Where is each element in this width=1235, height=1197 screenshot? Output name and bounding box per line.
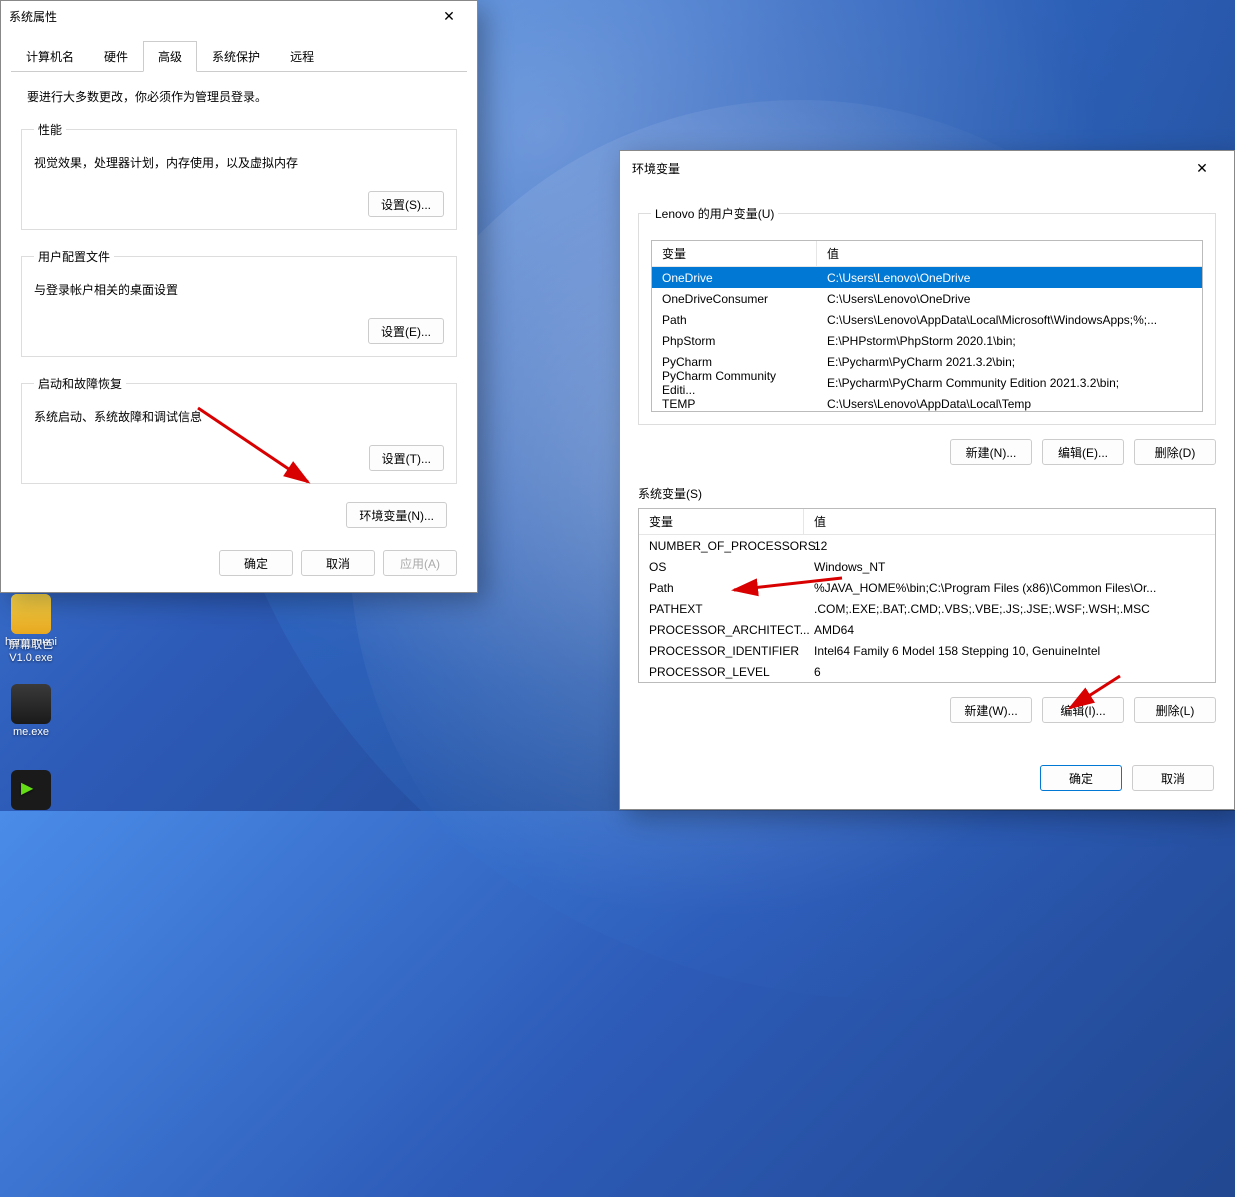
table-row[interactable]: PhpStormE:\PHPstorm\PhpStorm 2020.1\bin; <box>652 330 1202 351</box>
var-name: OS <box>639 558 804 576</box>
var-name: PhpStorm <box>652 332 817 350</box>
terminal-icon <box>11 770 51 810</box>
user-vars-group: Lenovo 的用户变量(U) 变量 值 OneDriveC:\Users\Le… <box>638 205 1216 425</box>
var-value: 6 <box>804 663 1215 681</box>
var-name: PROCESSOR_ARCHITECT... <box>639 621 804 639</box>
tab-remote[interactable]: 远程 <box>275 41 329 72</box>
col-value[interactable]: 值 <box>817 241 1202 266</box>
var-name: PROCESSOR_LEVEL <box>639 663 804 681</box>
environment-variables-dialog: 环境变量 ✕ Lenovo 的用户变量(U) 变量 值 OneDriveC:\U… <box>619 150 1235 810</box>
var-value: E:\Pycharm\PyCharm Community Edition 202… <box>817 374 1202 392</box>
table-row[interactable]: PROCESSOR_IDENTIFIERIntel64 Family 6 Mod… <box>639 640 1215 661</box>
var-value: Windows_NT <box>804 558 1215 576</box>
desktop-icon[interactable]: me.exe <box>0 684 62 738</box>
var-name: OneDrive <box>652 269 817 287</box>
var-value: AMD64 <box>804 621 1215 639</box>
var-name: Path <box>652 311 817 329</box>
sublime-icon <box>11 684 51 724</box>
titlebar[interactable]: 系统属性 ✕ <box>1 1 477 31</box>
close-icon[interactable]: ✕ <box>429 8 469 25</box>
table-header: 变量 值 <box>639 509 1215 535</box>
var-name: TEMP <box>652 395 817 413</box>
apply-button[interactable]: 应用(A) <box>383 550 457 576</box>
col-variable[interactable]: 变量 <box>639 509 804 534</box>
close-icon[interactable]: ✕ <box>1182 160 1222 177</box>
table-row[interactable]: NUMBER_OF_PROCESSORS12 <box>639 535 1215 556</box>
desktop-icon[interactable]: 屏幕取色 V1.0.exe <box>0 594 62 664</box>
user-edit-button[interactable]: 编辑(E)... <box>1042 439 1124 465</box>
color-picker-icon <box>11 594 51 634</box>
table-row[interactable]: PathC:\Users\Lenovo\AppData\Local\Micros… <box>652 309 1202 330</box>
tab-advanced[interactable]: 高级 <box>143 41 197 72</box>
var-name: OneDriveConsumer <box>652 290 817 308</box>
table-row[interactable]: OneDriveConsumerC:\Users\Lenovo\OneDrive <box>652 288 1202 309</box>
desktop-icon-label: me.exe <box>0 726 62 738</box>
startup-recovery-desc: 系统启动、系统故障和调试信息 <box>34 408 444 425</box>
var-name: Path <box>639 579 804 597</box>
ok-button[interactable]: 确定 <box>219 550 293 576</box>
user-profiles-legend: 用户配置文件 <box>34 248 114 265</box>
performance-settings-button[interactable]: 设置(S)... <box>368 191 444 217</box>
var-value: Intel64 Family 6 Model 158 Stepping 10, … <box>804 642 1215 660</box>
var-value: 12 <box>804 537 1215 555</box>
startup-recovery-group: 启动和故障恢复 系统启动、系统故障和调试信息 设置(T)... <box>21 375 457 484</box>
user-vars-table[interactable]: 变量 值 OneDriveC:\Users\Lenovo\OneDriveOne… <box>651 240 1203 412</box>
table-row[interactable]: PATHEXT.COM;.EXE;.BAT;.CMD;.VBS;.VBE;.JS… <box>639 598 1215 619</box>
ok-button[interactable]: 确定 <box>1040 765 1122 791</box>
var-name: PATHEXT <box>639 600 804 618</box>
titlebar[interactable]: 环境变量 ✕ <box>620 151 1234 185</box>
user-profiles-settings-button[interactable]: 设置(E)... <box>368 318 444 344</box>
user-new-button[interactable]: 新建(N)... <box>950 439 1032 465</box>
table-row[interactable]: Path%JAVA_HOME%\bin;C:\Program Files (x8… <box>639 577 1215 598</box>
col-variable[interactable]: 变量 <box>652 241 817 266</box>
performance-group: 性能 视觉效果，处理器计划，内存使用，以及虚拟内存 设置(S)... <box>21 121 457 230</box>
var-value: C:\Users\Lenovo\AppData\Local\Microsoft\… <box>817 311 1202 329</box>
performance-desc: 视觉效果，处理器计划，内存使用，以及虚拟内存 <box>34 154 444 171</box>
user-profiles-group: 用户配置文件 与登录帐户相关的桌面设置 设置(E)... <box>21 248 457 357</box>
col-value[interactable]: 值 <box>804 509 1215 534</box>
environment-variables-button[interactable]: 环境变量(N)... <box>346 502 447 528</box>
sys-edit-button[interactable]: 编辑(I)... <box>1042 697 1124 723</box>
table-row[interactable]: OneDriveC:\Users\Lenovo\OneDrive <box>652 267 1202 288</box>
var-name: PROCESSOR_IDENTIFIER <box>639 642 804 660</box>
sys-delete-button[interactable]: 删除(L) <box>1134 697 1216 723</box>
system-vars-label: 系统变量(S) <box>638 485 1216 502</box>
system-properties-dialog: 系统属性 ✕ 计算机名 硬件 高级 系统保护 远程 要进行大多数更改，你必须作为… <box>0 0 478 593</box>
tab-system-protection[interactable]: 系统保护 <box>197 41 275 72</box>
desktop-icon[interactable] <box>0 770 62 812</box>
var-value: C:\Users\Lenovo\OneDrive <box>817 290 1202 308</box>
var-value: .COM;.EXE;.BAT;.CMD;.VBS;.VBE;.JS;.JSE;.… <box>804 600 1215 618</box>
dialog-title: 系统属性 <box>9 8 429 25</box>
dialog-title: 环境变量 <box>632 160 1182 177</box>
admin-intro: 要进行大多数更改，你必须作为管理员登录。 <box>27 88 457 105</box>
table-row[interactable]: TEMPC:\Users\Lenovo\AppData\Local\Temp <box>652 393 1202 412</box>
startup-recovery-legend: 启动和故障恢复 <box>34 375 126 392</box>
user-profiles-desc: 与登录帐户相关的桌面设置 <box>34 281 444 298</box>
var-value: C:\Users\Lenovo\OneDrive <box>817 269 1202 287</box>
desktop-icon-label: 屏幕取色 V1.0.exe <box>0 636 62 664</box>
tabs: 计算机名 硬件 高级 系统保护 远程 <box>1 31 477 72</box>
cancel-button[interactable]: 取消 <box>301 550 375 576</box>
cancel-button[interactable]: 取消 <box>1132 765 1214 791</box>
startup-recovery-settings-button[interactable]: 设置(T)... <box>369 445 444 471</box>
sys-new-button[interactable]: 新建(W)... <box>950 697 1032 723</box>
table-row[interactable]: OSWindows_NT <box>639 556 1215 577</box>
user-vars-legend: Lenovo 的用户变量(U) <box>651 205 778 222</box>
table-row[interactable]: PROCESSOR_ARCHITECT...AMD64 <box>639 619 1215 640</box>
system-vars-table[interactable]: 变量 值 NUMBER_OF_PROCESSORS12OSWindows_NTP… <box>638 508 1216 683</box>
table-row[interactable]: PROCESSOR_LEVEL6 <box>639 661 1215 682</box>
table-header: 变量 值 <box>652 241 1202 267</box>
var-value: %JAVA_HOME%\bin;C:\Program Files (x86)\C… <box>804 579 1215 597</box>
var-value: C:\Users\Lenovo\AppData\Local\Temp <box>817 395 1202 413</box>
performance-legend: 性能 <box>34 121 66 138</box>
table-row[interactable]: PyCharm Community Editi...E:\Pycharm\PyC… <box>652 372 1202 393</box>
var-name: NUMBER_OF_PROCESSORS <box>639 537 804 555</box>
var-value: E:\Pycharm\PyCharm 2021.3.2\bin; <box>817 353 1202 371</box>
var-value: E:\PHPstorm\PhpStorm 2020.1\bin; <box>817 332 1202 350</box>
tab-hardware[interactable]: 硬件 <box>89 41 143 72</box>
tab-computer-name[interactable]: 计算机名 <box>11 41 89 72</box>
user-delete-button[interactable]: 删除(D) <box>1134 439 1216 465</box>
